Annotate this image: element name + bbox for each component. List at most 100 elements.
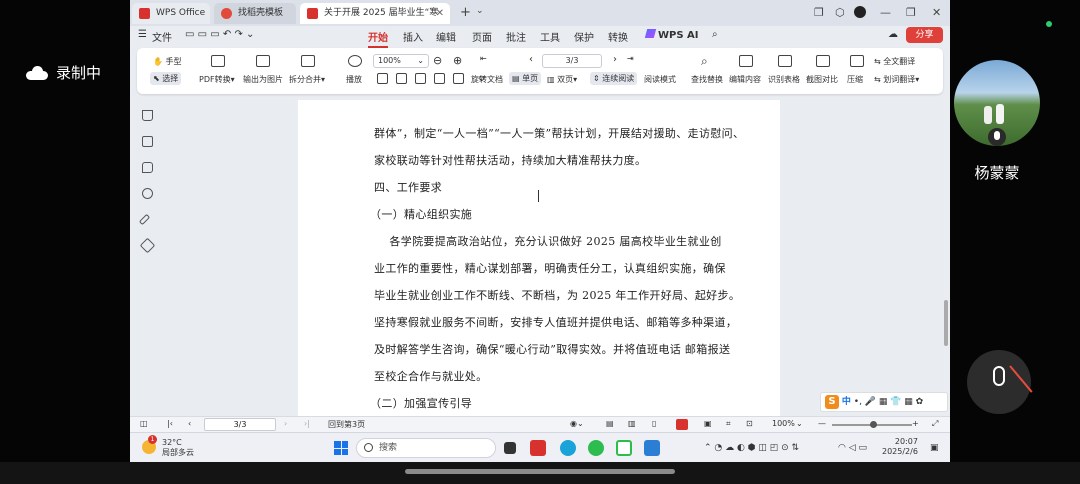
minimize-icon[interactable]: — — [880, 6, 891, 19]
status-page-input[interactable]: 3/3 — [204, 418, 276, 431]
menu-protect[interactable]: 保护 — [574, 29, 594, 44]
last-page-icon[interactable]: ⇥ — [627, 54, 634, 63]
maximize-icon[interactable]: ❐ — [906, 6, 916, 19]
menu-file[interactable]: 文件 — [152, 29, 172, 44]
zoom-out-icon[interactable]: — — [818, 419, 826, 428]
wps-ai-button[interactable]: WPS AI — [644, 29, 699, 41]
new-tab-icon[interactable]: + — [460, 5, 471, 20]
prev-page-icon[interactable]: ‹ — [188, 419, 191, 428]
menu-edit[interactable]: 编辑 — [436, 29, 456, 44]
layers-icon[interactable] — [139, 237, 156, 254]
zoom-slider[interactable] — [832, 421, 912, 428]
read-mode-button[interactable]: 阅读模式 — [644, 74, 676, 85]
menu-page[interactable]: 页面 — [472, 29, 492, 44]
meeting-app-icon[interactable] — [616, 440, 632, 456]
rotate-left-icon[interactable] — [434, 73, 445, 84]
goto-page-link[interactable]: 回到第3页 — [328, 419, 365, 430]
menu-icon[interactable]: ☰ — [138, 29, 147, 40]
share-button[interactable]: 分享 — [906, 27, 943, 43]
participant-avatar[interactable] — [954, 60, 1040, 146]
tab-document[interactable]: 关于开展 2025 届毕业生“寒 ✕ — [300, 3, 450, 24]
zoom-select[interactable]: 100% ⌄ — [373, 54, 429, 68]
actual-size-icon[interactable] — [415, 73, 426, 84]
close-icon[interactable]: ✕ — [932, 6, 941, 19]
bookmark-icon[interactable] — [142, 110, 153, 121]
clock[interactable]: 20:07 2025/2/6 — [882, 437, 918, 457]
continuous-read-button[interactable]: ⇕ 连续阅读 — [590, 72, 638, 85]
word-translate-button[interactable]: ⇆ 划词翻译▾ — [874, 74, 919, 85]
first-page-icon[interactable]: |‹ — [167, 419, 173, 428]
recognize-table-button[interactable]: 识别表格 — [768, 74, 800, 85]
menu-tools[interactable]: 工具 — [540, 29, 560, 44]
user-avatar-icon[interactable] — [854, 6, 866, 18]
cube-icon[interactable]: ⬡ — [835, 6, 845, 19]
tab-template[interactable]: 找稻壳模板 — [214, 3, 296, 24]
app-icon[interactable] — [644, 440, 660, 456]
scrollbar[interactable] — [944, 300, 948, 346]
next-page-icon[interactable]: › — [284, 419, 287, 428]
pen-icon[interactable] — [138, 213, 151, 226]
zoom-in-icon[interactable]: + — [912, 419, 919, 428]
zoom-in-icon[interactable]: ⊕ — [453, 54, 462, 67]
select-tool[interactable]: ⬉ 选择 — [150, 72, 182, 85]
actual-size-icon[interactable]: ⊡ — [746, 419, 753, 428]
book-icon[interactable]: ▯ — [652, 419, 656, 428]
fullscreen-icon[interactable]: ⤢ — [932, 419, 938, 429]
mute-button[interactable] — [967, 350, 1033, 414]
menu-home[interactable]: 开始 — [368, 29, 388, 48]
notification-icon[interactable]: ▣ — [930, 443, 939, 453]
compress-button[interactable]: 压缩 — [847, 74, 863, 85]
rotate-right-icon[interactable] — [453, 73, 464, 84]
menu-insert[interactable]: 插入 — [403, 29, 423, 44]
double-page-icon[interactable]: ▥ — [628, 419, 636, 428]
wps-taskbar-icon[interactable] — [530, 440, 546, 456]
search-icon[interactable]: ⌕ — [712, 29, 718, 40]
hand-tool[interactable]: ✋ 手型 — [153, 56, 182, 67]
start-button[interactable] — [334, 441, 348, 455]
fit-page-icon[interactable] — [377, 73, 388, 84]
save-icon[interactable]: ▭ ▭ ▭ ↶ ↷ ⌄ — [185, 29, 254, 40]
zoom-out-icon[interactable]: ⊖ — [433, 54, 442, 67]
ime-mode[interactable]: 中 — [842, 397, 851, 407]
ime-tools-icon[interactable]: •, 🎤 ▦ 👕 ▦ ✿ — [854, 397, 923, 407]
eye-icon[interactable]: ◉⌄ — [570, 419, 584, 428]
tab-wps-office[interactable]: WPS Office — [132, 3, 210, 24]
fit-width-icon[interactable]: ⌗ — [726, 419, 731, 429]
compare-button[interactable]: 截图对比 — [806, 74, 838, 85]
attachment-icon[interactable] — [142, 188, 153, 199]
ime-toolbar[interactable]: S 中 •, 🎤 ▦ 👕 ▦ ✿ — [820, 392, 948, 412]
page-input[interactable]: 3/3 — [542, 54, 602, 68]
chevron-down-icon[interactable]: ⌄ — [796, 419, 803, 428]
split-merge-button[interactable]: 拆分合并▾ — [289, 74, 325, 85]
status-zoom[interactable]: 100% — [772, 419, 795, 428]
document-page[interactable]: 群体”，制定“一人一档”“一人一策”帮扶计划，开展结对援助、走访慰问、 家校联动… — [298, 100, 780, 416]
fit-width-icon[interactable] — [396, 73, 407, 84]
fit-page-icon[interactable]: ▣ — [704, 419, 712, 428]
wechat-icon[interactable] — [588, 440, 604, 456]
next-page-icon[interactable]: › — [613, 54, 617, 65]
rotate-doc-button[interactable]: 旋转文档 — [471, 74, 503, 85]
chevron-down-icon[interactable]: ⌄ — [476, 6, 484, 16]
edge-icon[interactable] — [560, 440, 576, 456]
home-indicator[interactable] — [405, 469, 675, 474]
edit-content-button[interactable]: 编辑内容 — [729, 74, 761, 85]
menu-convert[interactable]: 转换 — [608, 29, 628, 44]
menu-comment[interactable]: 批注 — [506, 29, 526, 44]
single-page-icon[interactable]: ▤ — [606, 419, 614, 428]
play-button[interactable]: 播放 — [346, 74, 362, 85]
play-icon[interactable] — [676, 419, 688, 430]
first-page-icon[interactable]: ⇤ — [480, 54, 487, 63]
cloud-sync-icon[interactable]: ☁ — [888, 29, 898, 40]
single-page-button[interactable]: ▤ 单页 — [509, 72, 542, 85]
prev-page-icon[interactable]: ‹ — [529, 54, 533, 65]
task-view-icon[interactable] — [504, 442, 516, 454]
last-page-icon[interactable]: ›| — [304, 419, 310, 428]
close-tab-icon[interactable]: ✕ — [436, 3, 444, 24]
pdf-convert-button[interactable]: PDF转换▾ — [199, 74, 235, 85]
export-image-button[interactable]: 输出为图片 — [243, 74, 283, 85]
network-icon[interactable]: ◠ ◁ ▭ — [838, 443, 867, 453]
tray-icons[interactable]: ⌃ ◔ ☁ ◐ ⬢ ◫ ◰ ⊙ ⇅ — [704, 443, 799, 453]
taskbar-search[interactable]: 搜索 — [356, 438, 496, 458]
layout-icon[interactable]: ❐ — [814, 6, 824, 19]
sidebar-toggle-icon[interactable]: ◫ — [140, 419, 148, 428]
